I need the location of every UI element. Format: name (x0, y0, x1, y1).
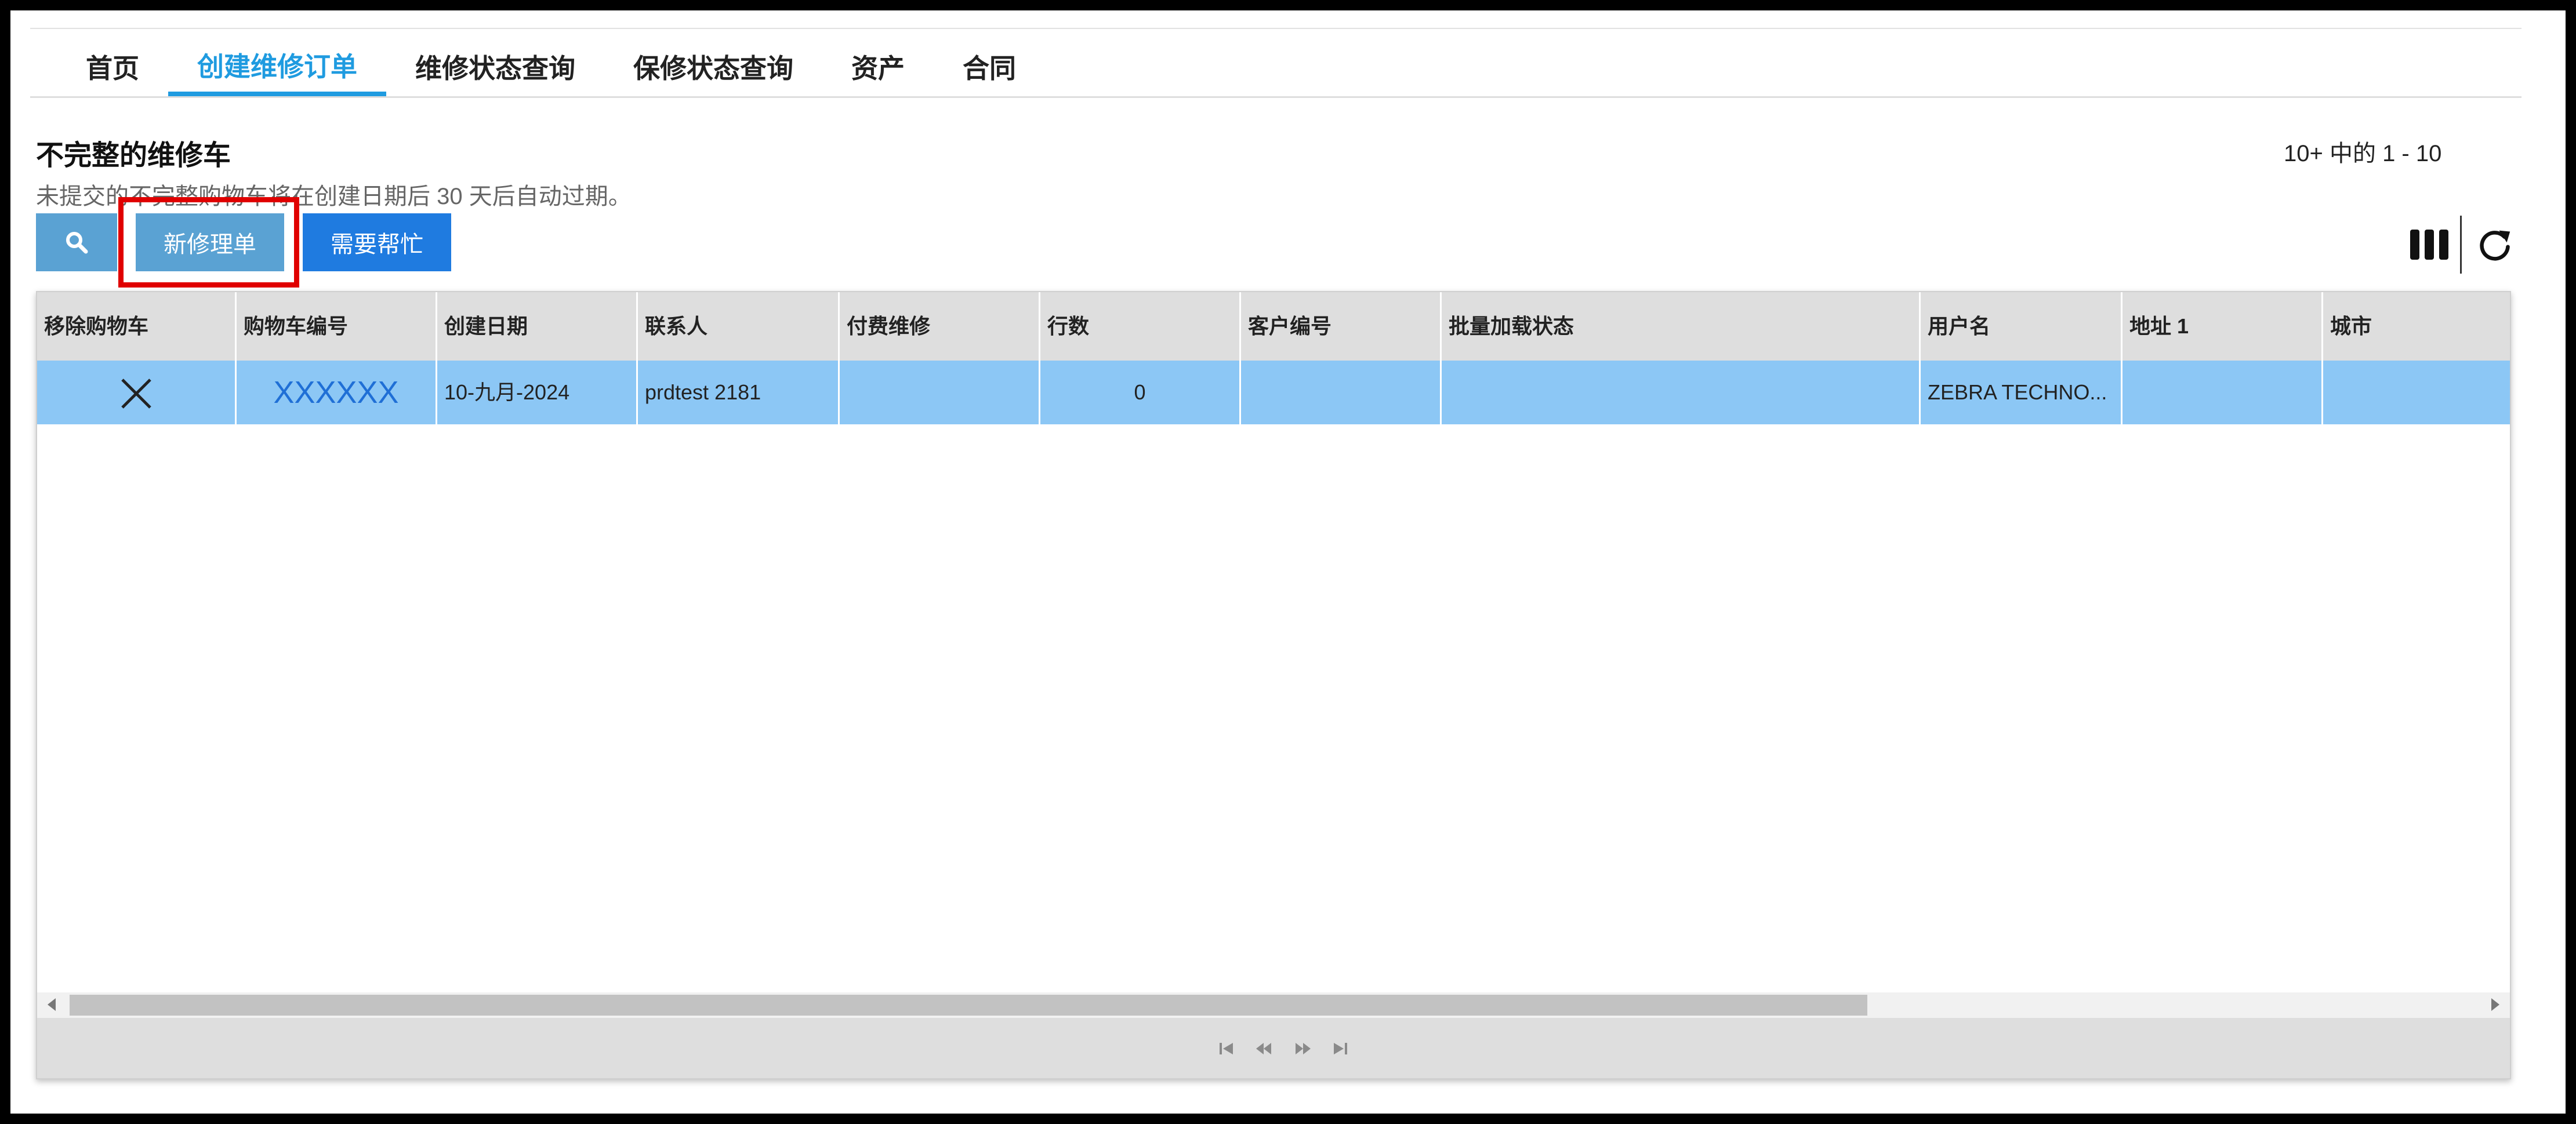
tabs-divider (30, 96, 2521, 98)
search-button[interactable] (36, 213, 117, 271)
prev-page-icon[interactable] (1255, 1040, 1272, 1057)
need-help-button[interactable]: 需要帮忙 (303, 213, 451, 271)
col-contact[interactable]: 联系人 (638, 292, 840, 361)
search-icon (66, 232, 88, 254)
tab-create-repair-order[interactable]: 创建维修订单 (168, 39, 386, 96)
grid-pager (37, 1018, 2510, 1078)
bulk-load-status-cell (1442, 361, 1921, 424)
remove-cart-cell[interactable] (37, 361, 237, 424)
cart-number-link[interactable]: XXXXXX (237, 361, 437, 424)
created-date-cell: 10-九月-2024 (437, 361, 638, 424)
close-icon[interactable] (119, 376, 154, 411)
col-bulk-load-status[interactable]: 批量加载状态 (1442, 292, 1921, 361)
toolbar-separator (2460, 216, 2462, 274)
col-paid-repair[interactable]: 付费维修 (840, 292, 1040, 361)
highlight-box (118, 197, 299, 288)
tab-contracts[interactable]: 合同 (934, 39, 1045, 96)
page-title: 不完整的维修车 (36, 140, 231, 171)
customer-number-cell (1241, 361, 1442, 424)
col-remove-cart[interactable]: 移除购物车 (37, 292, 237, 361)
col-cart-number[interactable]: 购物车编号 (237, 292, 437, 361)
address-1-cell (2123, 361, 2323, 424)
pager-count: 10+ 中的 1 - 10 (2284, 141, 2442, 166)
tab-home[interactable]: 首页 (57, 39, 168, 96)
col-customer-number[interactable]: 客户编号 (1241, 292, 1442, 361)
page: 首页 创建维修订单 维修状态查询 保修状态查询 资产 合同 不完整的维修车 未提… (10, 10, 2566, 1114)
main-tabs: 首页 创建维修订单 维修状态查询 保修状态查询 资产 合同 (57, 39, 1045, 96)
tab-warranty-status[interactable]: 保修状态查询 (604, 39, 822, 96)
top-divider (30, 28, 2521, 29)
scroll-right-icon[interactable] (2491, 998, 2499, 1011)
refresh-icon[interactable] (2476, 227, 2513, 262)
line-count-cell: 0 (1040, 361, 1241, 424)
table-row[interactable]: XXXXXX 10-九月-2024 prdtest 2181 0 ZEBRA T… (37, 361, 2510, 424)
col-line-count[interactable]: 行数 (1040, 292, 1241, 361)
col-address-1[interactable]: 地址 1 (2123, 292, 2323, 361)
tab-repair-status[interactable]: 维修状态查询 (386, 39, 604, 96)
carts-grid: 移除购物车 购物车编号 创建日期 联系人 付费维修 行数 客户编号 批量加载状态… (36, 291, 2511, 1079)
next-page-icon[interactable] (1294, 1040, 1312, 1057)
tab-assets[interactable]: 资产 (822, 39, 934, 96)
scroll-left-icon[interactable] (48, 998, 56, 1011)
col-created-date[interactable]: 创建日期 (437, 292, 638, 361)
scrollbar-thumb[interactable] (70, 995, 1867, 1016)
contact-cell: prdtest 2181 (638, 361, 840, 424)
col-city[interactable]: 城市 (2323, 292, 2510, 361)
last-page-icon[interactable] (1331, 1040, 1349, 1057)
grid-header: 移除购物车 购物车编号 创建日期 联系人 付费维修 行数 客户编号 批量加载状态… (37, 292, 2510, 361)
columns-icon[interactable] (2409, 227, 2450, 262)
col-username[interactable]: 用户名 (1921, 292, 2123, 361)
first-page-icon[interactable] (1218, 1040, 1235, 1057)
paid-repair-cell (840, 361, 1040, 424)
horizontal-scrollbar[interactable] (37, 992, 2510, 1018)
username-cell: ZEBRA TECHNO... (1921, 361, 2123, 424)
city-cell (2323, 361, 2510, 424)
